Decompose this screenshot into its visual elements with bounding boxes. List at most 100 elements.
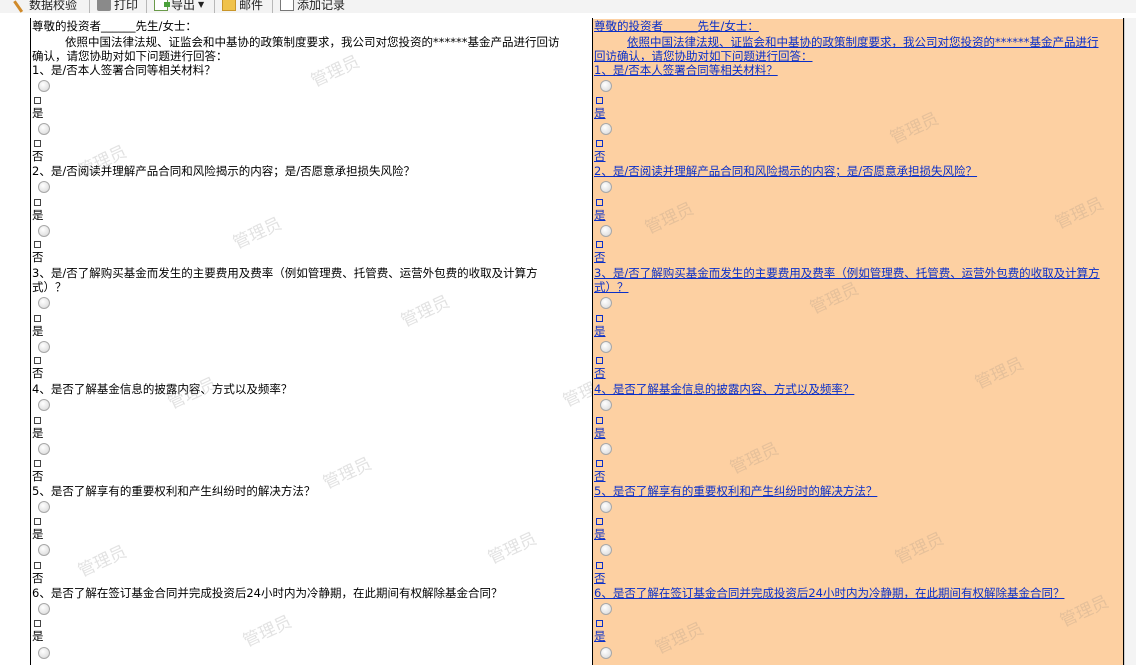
preview-q1-yes-label[interactable]: 是: [594, 106, 606, 120]
preview-question-3-cont[interactable]: 式）？: [594, 280, 629, 294]
watermark: 管理员: [320, 453, 375, 494]
preview-question-5[interactable]: 5、是否了解享有的重要权利和产生纠纷时的解决方法？: [594, 484, 877, 498]
watermark: 管理员: [560, 371, 592, 412]
q5-no-checkbox[interactable]: [34, 562, 41, 569]
question-3: 3、是/否了解购买基金而发生的主要费用及费率（例如管理费、托管费、运营外包费的收…: [32, 266, 538, 280]
preview-q1-yes-radio[interactable]: [600, 80, 612, 92]
preview-intro-text[interactable]: 依照中国法律法规、证监会和中基协的政策制度要求，我公司对您投资的******基金…: [594, 35, 1099, 49]
data-validate-label: 数据校验: [29, 0, 78, 12]
preview-question-3[interactable]: 3、是/否了解购买基金而发生的主要费用及费率（例如管理费、托管费、运营外包费的收…: [594, 266, 1100, 280]
form-editor-panel[interactable]: 尊敬的投资者______先生/女士： 依照中国法律法规、证监会和中基协的政策制度…: [31, 19, 592, 665]
preview-q3-no-radio[interactable]: [600, 341, 612, 353]
q2-yes-label: 是: [32, 208, 44, 222]
preview-q4-no-checkbox[interactable]: [596, 460, 603, 467]
preview-q1-no-checkbox[interactable]: [596, 140, 603, 147]
q5-yes-label: 是: [32, 527, 44, 541]
add-record-icon: [280, 0, 294, 11]
preview-q6-no-radio[interactable]: [600, 647, 612, 659]
preview-q6-yes-radio[interactable]: [600, 603, 612, 615]
preview-q3-yes-checkbox[interactable]: [596, 315, 603, 322]
preview-q2-no-radio[interactable]: [600, 225, 612, 237]
q3-no-checkbox[interactable]: [34, 357, 41, 364]
form-preview-panel: 尊敬的投资者______先生/女士： 依照中国法律法规、证监会和中基协的政策制度…: [593, 19, 1123, 665]
q3-yes-label: 是: [32, 324, 44, 338]
q1-no-checkbox[interactable]: [34, 140, 41, 147]
q1-yes-radio[interactable]: [38, 80, 50, 92]
preview-question-4[interactable]: 4、是否了解基金信息的披露内容、方式以及频率？: [594, 382, 854, 396]
q5-yes-checkbox[interactable]: [34, 518, 41, 525]
q2-no-checkbox[interactable]: [34, 241, 41, 248]
preview-q3-no-label[interactable]: 否: [594, 366, 606, 380]
preview-q2-yes-label[interactable]: 是: [594, 208, 606, 222]
q6-no-radio[interactable]: [38, 647, 50, 659]
q6-yes-checkbox[interactable]: [34, 620, 41, 627]
scrollbar-track[interactable]: [1124, 18, 1136, 665]
watermark: 管理员: [75, 541, 130, 582]
watermark: 管理员: [398, 291, 453, 332]
left-gutter: [0, 13, 30, 665]
preview-q6-yes-checkbox[interactable]: [596, 620, 603, 627]
preview-q5-yes-checkbox[interactable]: [596, 518, 603, 525]
q5-yes-radio[interactable]: [38, 501, 50, 513]
preview-q1-no-label[interactable]: 否: [594, 149, 606, 163]
preview-q4-yes-label[interactable]: 是: [594, 426, 606, 440]
preview-q5-no-checkbox[interactable]: [596, 562, 603, 569]
preview-q2-no-checkbox[interactable]: [596, 241, 603, 248]
preview-q5-yes-label[interactable]: 是: [594, 527, 606, 541]
question-3-cont: 式）？: [32, 280, 67, 294]
watermark: 管理员: [642, 198, 697, 239]
preview-q5-no-radio[interactable]: [600, 544, 612, 556]
q2-no-radio[interactable]: [38, 225, 50, 237]
preview-q1-no-radio[interactable]: [600, 123, 612, 135]
q2-yes-checkbox[interactable]: [34, 199, 41, 206]
q4-yes-checkbox[interactable]: [34, 417, 41, 424]
q2-yes-radio[interactable]: [38, 181, 50, 193]
preview-q2-no-label[interactable]: 否: [594, 250, 606, 264]
toolbar-separator: [214, 0, 215, 13]
watermark: 管理员: [727, 438, 782, 479]
preview-intro-text-cont[interactable]: 回访确认，请您协助对如下问题进行回答：: [594, 49, 813, 63]
q3-yes-checkbox[interactable]: [34, 315, 41, 322]
q3-no-label: 否: [32, 366, 44, 380]
q3-no-radio[interactable]: [38, 341, 50, 353]
preview-q3-yes-radio[interactable]: [600, 297, 612, 309]
export-icon: [154, 0, 170, 11]
data-validate-button[interactable]: 数据校验: [13, 0, 78, 13]
export-button[interactable]: 导出 ▼: [154, 0, 204, 13]
preview-q4-yes-radio[interactable]: [600, 399, 612, 411]
mail-button[interactable]: 邮件: [222, 0, 263, 13]
q2-no-label: 否: [32, 250, 44, 264]
question-5: 5、是否了解享有的重要权利和产生纠纷时的解决方法？: [32, 484, 316, 498]
print-button[interactable]: 打印: [97, 0, 138, 13]
q4-yes-radio[interactable]: [38, 399, 50, 411]
intro-text: 依照中国法律法规、证监会和中基协的政策制度要求，我公司对您投资的******基金…: [65, 35, 560, 49]
add-record-button[interactable]: 添加记录: [280, 0, 345, 13]
preview-q5-yes-radio[interactable]: [600, 501, 612, 513]
preview-q2-yes-radio[interactable]: [600, 181, 612, 193]
q6-yes-radio[interactable]: [38, 603, 50, 615]
preview-q3-no-checkbox[interactable]: [596, 357, 603, 364]
q3-yes-radio[interactable]: [38, 297, 50, 309]
preview-q4-yes-checkbox[interactable]: [596, 417, 603, 424]
q5-no-radio[interactable]: [38, 544, 50, 556]
preview-q4-no-radio[interactable]: [600, 443, 612, 455]
preview-q6-yes-label[interactable]: 是: [594, 629, 606, 643]
preview-q5-no-label[interactable]: 否: [594, 571, 606, 585]
preview-q1-yes-checkbox[interactable]: [596, 97, 603, 104]
q1-no-radio[interactable]: [38, 123, 50, 135]
preview-greeting-text[interactable]: 尊敬的投资者______先生/女士：: [594, 19, 759, 33]
preview-question-1[interactable]: 1、是/否本人签署合同等相关材料？: [594, 63, 778, 77]
preview-question-6[interactable]: 6、是否了解在签订基金合同并完成投资后24小时内为冷静期，在此期间有权解除基金合…: [594, 586, 1064, 600]
q4-no-checkbox[interactable]: [34, 460, 41, 467]
q6-yes-label: 是: [32, 629, 44, 643]
preview-q4-no-label[interactable]: 否: [594, 469, 606, 483]
q1-no-label: 否: [32, 149, 44, 163]
toolbar-separator: [146, 0, 147, 13]
preview-q2-yes-checkbox[interactable]: [596, 199, 603, 206]
mail-label: 邮件: [239, 0, 264, 12]
preview-q3-yes-label[interactable]: 是: [594, 324, 606, 338]
q1-yes-checkbox[interactable]: [34, 97, 41, 104]
q4-no-radio[interactable]: [38, 443, 50, 455]
preview-question-2[interactable]: 2、是/否阅读并理解产品合同和风险揭示的内容；是/否愿意承担损失风险？: [594, 164, 977, 178]
chevron-down-icon[interactable]: ▼: [198, 0, 204, 9]
